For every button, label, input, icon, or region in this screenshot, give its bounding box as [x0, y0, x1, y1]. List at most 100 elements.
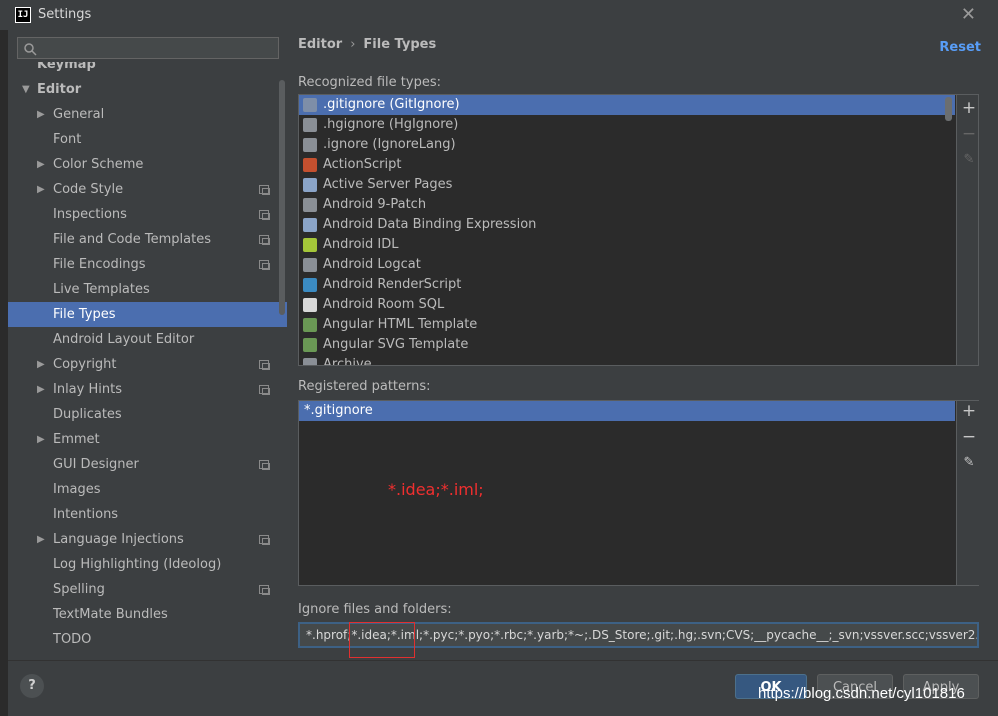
sidebar-item-live-templates[interactable]: Live Templates	[8, 277, 287, 302]
sidebar-item-images[interactable]: Images	[8, 477, 287, 502]
breadcrumb: Editor › File Types	[298, 37, 436, 52]
archive-icon	[303, 358, 317, 365]
search-input[interactable]	[17, 37, 279, 59]
sidebar-item-label: Spelling	[53, 582, 105, 597]
edit-type-icon[interactable]: ✎	[960, 151, 978, 169]
breadcrumb-parent[interactable]: Editor	[298, 37, 342, 52]
sidebar-item-spelling[interactable]: Spelling	[8, 577, 287, 602]
sidebar-item-inlay-hints[interactable]: ▶ Inlay Hints	[8, 377, 287, 402]
list-item[interactable]: ActionScript	[299, 155, 955, 175]
chevron-down-icon[interactable]: ▼	[22, 77, 30, 102]
list-item[interactable]: Angular HTML Template	[299, 315, 955, 335]
types-toolbar: + − ✎	[956, 95, 978, 365]
edit-pattern-icon[interactable]: ✎	[960, 454, 978, 472]
hgignore-icon	[303, 118, 317, 132]
chevron-right-icon[interactable]: ▶	[37, 152, 45, 177]
add-type-icon[interactable]: +	[960, 99, 978, 117]
list-item[interactable]: Archive	[299, 355, 955, 366]
list-item[interactable]: Android Logcat	[299, 255, 955, 275]
sidebar-item-label: Images	[53, 482, 101, 497]
angular-html-icon	[303, 318, 317, 332]
list-item[interactable]: Active Server Pages	[299, 175, 955, 195]
chevron-right-icon[interactable]: ▶	[37, 102, 45, 127]
sidebar-item-language-injections[interactable]: ▶ Language Injections	[8, 527, 287, 552]
sidebar-item-code-style[interactable]: ▶ Code Style	[8, 177, 287, 202]
chevron-right-icon[interactable]: ▶	[37, 352, 45, 377]
sidebar-item-label: Inlay Hints	[53, 382, 122, 397]
sidebar-item-gui-designer[interactable]: GUI Designer	[8, 452, 287, 477]
chevron-right-icon[interactable]: ▶	[37, 377, 45, 402]
project-scope-icon	[259, 585, 270, 595]
project-scope-icon	[259, 385, 270, 395]
list-item[interactable]: Android RenderScript	[299, 275, 955, 295]
sidebar-item-textmate-bundles[interactable]: TextMate Bundles	[8, 602, 287, 627]
project-scope-icon	[259, 210, 270, 220]
list-item[interactable]: *.gitignore	[299, 401, 955, 421]
list-item[interactable]: .ignore (IgnoreLang)	[299, 135, 955, 155]
types-scrollbar[interactable]	[945, 97, 952, 121]
actionscript-icon	[303, 158, 317, 172]
sidebar-item-color-scheme[interactable]: ▶ Color Scheme	[8, 152, 287, 177]
title-bar: IJ Settings ✕	[0, 0, 998, 30]
chevron-right-icon[interactable]: ▶	[37, 177, 45, 202]
sidebar-item-editor[interactable]: ▼ Editor	[8, 77, 287, 102]
sidebar-item-keymap[interactable]: Keymap	[8, 62, 287, 77]
sidebar-item-log-highlighting-ideolog-[interactable]: Log Highlighting (Ideolog)	[8, 552, 287, 577]
help-button[interactable]: ?	[20, 674, 44, 698]
sidebar-item-duplicates[interactable]: Duplicates	[8, 402, 287, 427]
file-type-name: Archive	[323, 357, 372, 366]
sidebar-item-copyright[interactable]: ▶ Copyright	[8, 352, 287, 377]
list-item[interactable]: Android IDL	[299, 235, 955, 255]
list-item[interactable]: Angular SVG Template	[299, 335, 955, 355]
android-icon	[303, 238, 317, 252]
red-annotation-text: *.idea;*.iml;	[388, 480, 484, 499]
file-type-name: Android 9-Patch	[323, 197, 427, 212]
sidebar-item-emmet[interactable]: ▶ Emmet	[8, 427, 287, 452]
sidebar-item-todo[interactable]: TODO	[8, 627, 287, 652]
sidebar-item-label: File and Code Templates	[53, 232, 211, 247]
file-type-name: Android Data Binding Expression	[323, 217, 537, 232]
sidebar-item-label: File Types	[53, 307, 116, 322]
list-item[interactable]: Android Room SQL	[299, 295, 955, 315]
file-type-name: ActionScript	[323, 157, 402, 172]
file-type-name: Angular HTML Template	[323, 317, 478, 332]
project-scope-icon	[259, 360, 270, 370]
add-pattern-icon[interactable]: +	[960, 402, 978, 420]
sidebar-item-label: TextMate Bundles	[53, 607, 168, 622]
sidebar-item-label: Intentions	[53, 507, 119, 522]
list-item[interactable]: Android Data Binding Expression	[299, 215, 955, 235]
list-item[interactable]: .hgignore (HgIgnore)	[299, 115, 955, 135]
file-type-name: Angular SVG Template	[323, 337, 469, 352]
sidebar-item-label: Android Layout Editor	[53, 332, 195, 347]
chevron-right-icon[interactable]: ▶	[37, 527, 45, 552]
list-item[interactable]: Android 9-Patch	[299, 195, 955, 215]
sidebar-scrollbar[interactable]	[279, 80, 285, 315]
project-scope-icon	[259, 235, 270, 245]
sidebar-item-file-and-code-templates[interactable]: File and Code Templates	[8, 227, 287, 252]
sidebar-item-file-types[interactable]: File Types	[8, 302, 287, 327]
chevron-right-icon[interactable]: ▶	[37, 427, 45, 452]
list-item[interactable]: .gitignore (GitIgnore)	[299, 95, 955, 115]
sidebar-item-label: Language Injections	[53, 532, 184, 547]
close-icon[interactable]: ✕	[961, 4, 976, 25]
renderscript-icon	[303, 278, 317, 292]
remove-type-icon[interactable]: −	[960, 125, 978, 143]
sidebar-item-label: Color Scheme	[53, 157, 144, 172]
gitignore-icon	[303, 98, 317, 112]
reset-link[interactable]: Reset	[939, 40, 981, 55]
search-icon	[24, 43, 37, 56]
ignore-files-input[interactable]: *.hprof;*.idea;*.iml;*.pyc;*.pyo;*.rbc;*…	[298, 622, 979, 648]
sidebar-item-file-encodings[interactable]: File Encodings	[8, 252, 287, 277]
sidebar-item-general[interactable]: ▶ General	[8, 102, 287, 127]
sidebar-item-font[interactable]: Font	[8, 127, 287, 152]
registered-patterns-label: Registered patterns:	[298, 379, 431, 394]
file-type-name: Android Room SQL	[323, 297, 445, 312]
sidebar-item-label: Code Style	[53, 182, 124, 197]
sidebar-item-inspections[interactable]: Inspections	[8, 202, 287, 227]
sidebar-item-label: Emmet	[53, 432, 100, 447]
sidebar-item-label: Font	[53, 132, 82, 147]
remove-pattern-icon[interactable]: −	[960, 428, 978, 446]
sidebar-item-label: File Encodings	[53, 257, 146, 272]
sidebar-item-android-layout-editor[interactable]: Android Layout Editor	[8, 327, 287, 352]
sidebar-item-intentions[interactable]: Intentions	[8, 502, 287, 527]
